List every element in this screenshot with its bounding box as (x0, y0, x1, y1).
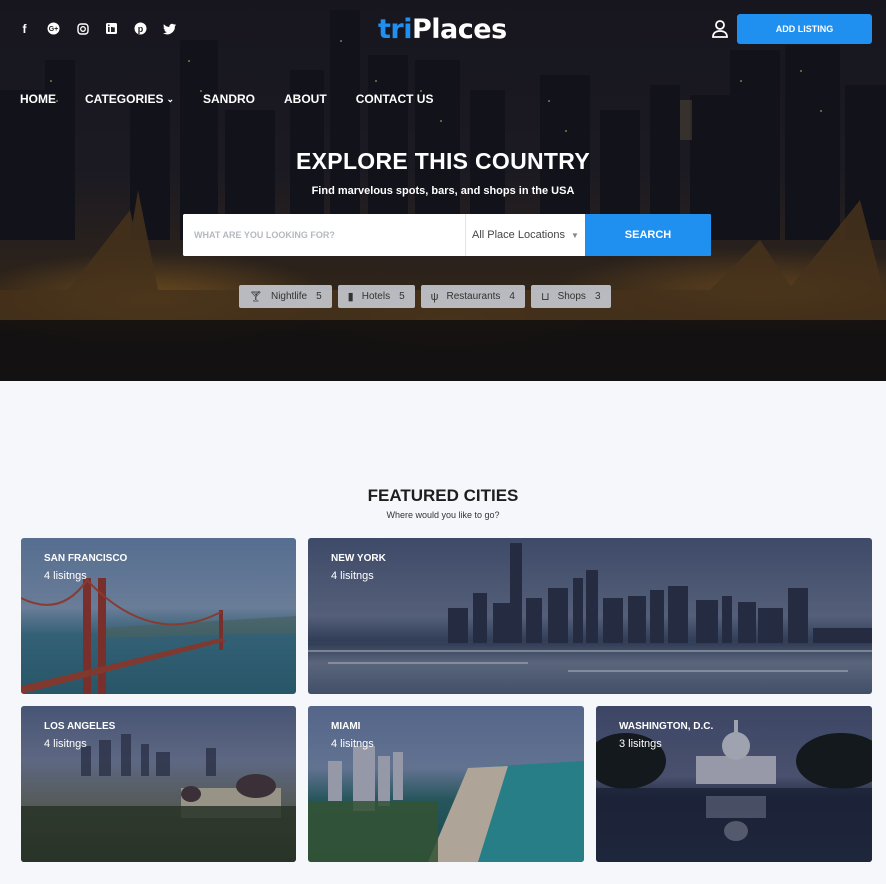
chevron-down-icon: ⌄ (166, 93, 174, 104)
search-bar: All Place Locations ▼ SEARCH (183, 214, 711, 256)
search-input[interactable] (183, 214, 465, 256)
city-name: LOS ANGELES (44, 721, 116, 732)
facebook-icon[interactable]: f (16, 20, 33, 37)
basket-icon: ⊔ (540, 291, 550, 303)
nav-item-label: ABOUT (284, 92, 327, 106)
category-chip-nightlife[interactable]: 🍸︎ Nightlife 5 (239, 285, 332, 308)
category-label: Shops (557, 291, 586, 302)
linkedin-icon[interactable] (103, 20, 120, 37)
city-listing-count: 3 lisitngs (619, 738, 662, 750)
search-button[interactable]: SEARCH (585, 214, 711, 256)
city-listing-count: 4 lisitngs (44, 738, 87, 750)
nav-item-label: SANDRO (203, 92, 256, 106)
category-label: Hotels (361, 291, 391, 302)
twitter-icon[interactable] (161, 20, 178, 37)
utensils-icon: ψ (430, 290, 439, 303)
city-listing-count: 4 lisitngs (331, 738, 374, 750)
nav-item-label: CONTACT US (355, 92, 434, 106)
city-card-new-york[interactable]: NEW YORK 4 lisitngs (308, 538, 872, 694)
nav-item-categories[interactable]: CATEGORIES ⌄ (85, 92, 174, 106)
logo-prefix: tri (378, 14, 412, 45)
location-select-value: All Place Locations (472, 229, 565, 241)
category-count: 5 (316, 291, 322, 302)
category-chips: 🍸︎ Nightlife 5 ▮ Hotels 5 ψ Restaurants … (239, 285, 611, 308)
city-name: NEW YORK (331, 553, 386, 564)
city-card-los-angeles[interactable]: LOS ANGELES 4 lisitngs (21, 706, 296, 862)
logo-text: Places (411, 14, 507, 45)
main-nav: HOME CATEGORIES ⌄ SANDRO ABOUT CONTACT US (20, 92, 462, 106)
city-card-washington-dc[interactable]: WASHINGTON, D.C. 3 lisitngs (596, 706, 872, 862)
caret-down-icon: ▼ (570, 230, 579, 240)
category-label: Restaurants (446, 291, 501, 302)
social-links: f G+ p (16, 20, 178, 37)
city-listing-count: 4 lisitngs (44, 570, 87, 582)
category-chip-shops[interactable]: ⊔ Shops 3 (530, 285, 611, 308)
svg-text:p: p (138, 24, 144, 34)
city-name: SAN FRANCISCO (44, 553, 128, 564)
hero-subtitle: Find marvelous spots, bars, and shops in… (311, 185, 575, 197)
google-plus-icon[interactable]: G+ (45, 20, 62, 37)
category-count: 5 (399, 291, 405, 302)
nav-item-home[interactable]: HOME (20, 92, 56, 106)
city-name: WASHINGTON, D.C. (619, 721, 714, 732)
pinterest-icon[interactable]: p (132, 20, 149, 37)
nav-item-label: CATEGORIES (85, 92, 164, 106)
hero-title: EXPLORE THIS COUNTRY (296, 148, 590, 174)
category-chip-hotels[interactable]: ▮ Hotels 5 (337, 285, 415, 308)
nav-item-sandro[interactable]: SANDRO (203, 92, 255, 106)
svg-text:G+: G+ (49, 26, 59, 33)
city-overlay (308, 538, 872, 694)
city-card-san-francisco[interactable]: SAN FRANCISCO 4 lisitngs (21, 538, 296, 694)
nav-item-label: HOME (20, 92, 56, 106)
nav-item-contact[interactable]: CONTACT US (356, 92, 434, 106)
instagram-icon[interactable] (74, 20, 91, 37)
city-listing-count: 4 lisitngs (331, 570, 374, 582)
city-card-miami[interactable]: MIAMI 4 lisitngs (308, 706, 584, 862)
city-name: MIAMI (331, 721, 361, 732)
category-count: 4 (509, 291, 515, 302)
site-logo[interactable]: triPlaces (378, 14, 507, 45)
featured-subtitle: Where would you like to go? (386, 510, 500, 520)
hotel-icon: ▮ (347, 291, 354, 303)
category-count: 3 (594, 291, 601, 302)
nav-item-about[interactable]: ABOUT (284, 92, 327, 106)
category-chip-restaurants[interactable]: ψ Restaurants 4 (420, 285, 525, 308)
cocktail-icon: 🍸︎ (249, 291, 263, 303)
category-label: Nightlife (270, 291, 308, 302)
user-account-icon[interactable] (709, 18, 731, 40)
featured-title: FEATURED CITIES (367, 486, 519, 505)
add-listing-button[interactable]: ADD LISTING (737, 14, 872, 44)
location-select[interactable]: All Place Locations ▼ (465, 214, 585, 256)
